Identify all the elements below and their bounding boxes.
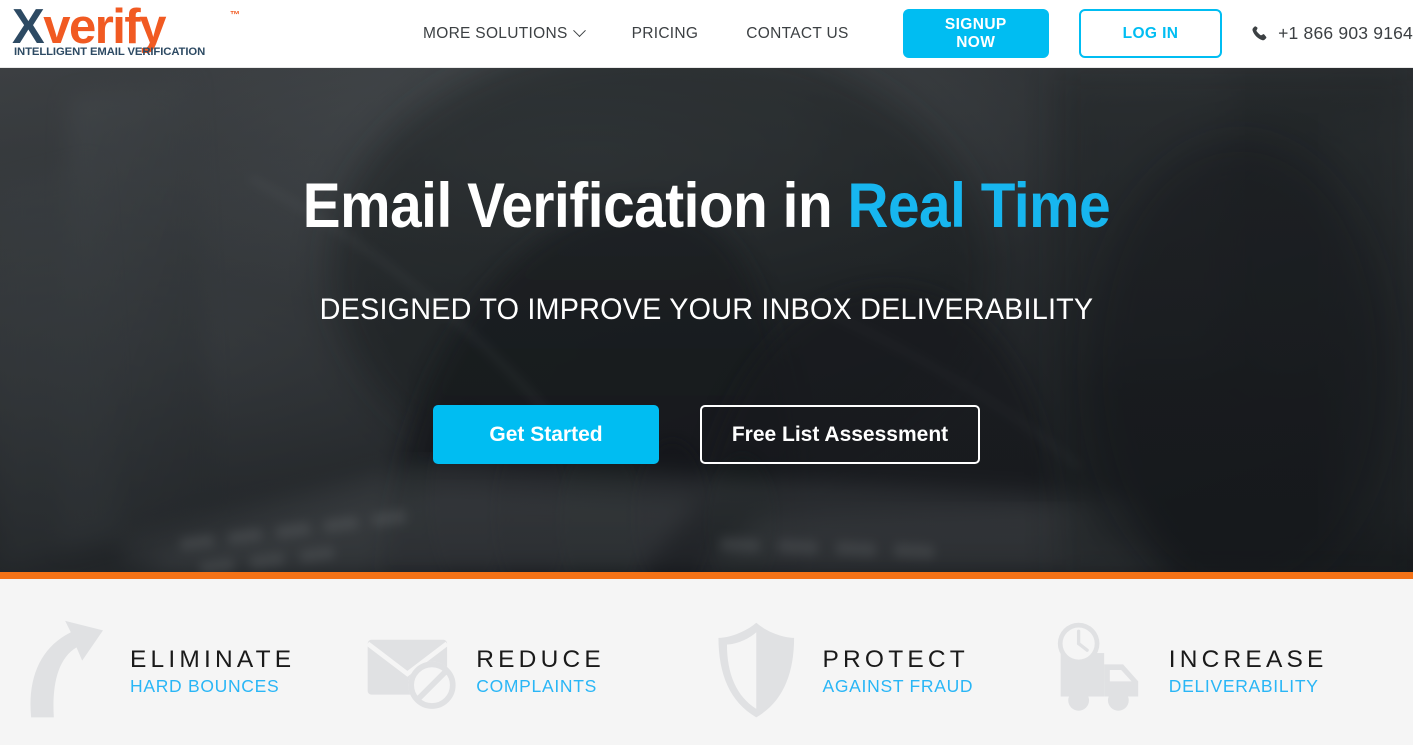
logo-tagline: INTELLIGENT EMAIL VERIFICATION (14, 45, 206, 58)
hero-cta-group: Get Started Free List Assessment (0, 405, 1413, 464)
free-list-assessment-button[interactable]: Free List Assessment (700, 405, 980, 464)
nav-item-label: MORE SOLUTIONS (423, 24, 568, 42)
features-section: ELIMINATE HARD BOUNCES REDUCE COMPLAINTS (0, 579, 1413, 745)
chevron-down-icon (572, 24, 586, 38)
feature-subtitle: HARD BOUNCES (130, 675, 280, 696)
feature-subtitle: COMPLAINTS (476, 675, 598, 696)
feature-item-eliminate: ELIMINATE HARD BOUNCES (14, 601, 360, 723)
phone-link[interactable]: +1 866 903 9164 (1250, 23, 1413, 45)
curved-arrow-up-icon (30, 620, 103, 718)
nav-item-label: PRICING (631, 24, 699, 42)
nav-item-contact-us[interactable]: CONTACT US (722, 25, 872, 43)
site-header: Xverify ™ INTELLIGENT EMAIL VERIFICATION… (0, 0, 1413, 68)
hero-section: Email Verification in Real Time DESIGNED… (0, 68, 1413, 572)
feature-title: ELIMINATE (130, 645, 296, 673)
feature-item-reduce: REDUCE COMPLAINTS (360, 601, 706, 723)
feature-text: REDUCE COMPLAINTS (476, 646, 706, 697)
feature-subtitle: DELIVERABILITY (1168, 675, 1319, 696)
phone-number: +1 866 903 9164 (1278, 23, 1413, 43)
logo-wordmark: Xverify (12, 2, 166, 51)
feature-item-increase: INCREASE DELIVERABILITY (1053, 601, 1399, 723)
logo-xverify[interactable]: Xverify ™ INTELLIGENT EMAIL VERIFICATION (12, 2, 242, 62)
feature-title: PROTECT (822, 645, 969, 673)
hero-content: Email Verification in Real Time DESIGNED… (0, 68, 1413, 464)
main-navigation: MORE SOLUTIONS PRICING CONTACT US (399, 24, 873, 43)
feature-text: ELIMINATE HARD BOUNCES (130, 646, 360, 697)
feature-text: PROTECT AGAINST FRAUD (823, 646, 1053, 697)
feature-subtitle: AGAINST FRAUD (822, 675, 974, 696)
page-root: Xverify ™ INTELLIGENT EMAIL VERIFICATION… (0, 0, 1413, 745)
signup-now-button[interactable]: SIGNUP NOW (902, 9, 1049, 58)
nav-item-label: CONTACT US (746, 24, 849, 42)
nav-item-pricing[interactable]: PRICING (608, 25, 723, 43)
logo-trademark-icon: ™ (230, 9, 240, 21)
shield-icon (717, 622, 794, 718)
hero-headline-main: Email Verification in (302, 171, 848, 241)
delivery-truck-clock-icon (1057, 622, 1138, 711)
feature-item-protect: PROTECT AGAINST FRAUD (707, 601, 1053, 723)
nav-item-more-solutions[interactable]: MORE SOLUTIONS (399, 24, 608, 43)
hero-headline-accent: Real Time (847, 171, 1111, 241)
feature-text: INCREASE DELIVERABILITY (1169, 646, 1399, 697)
get-started-button[interactable]: Get Started (433, 405, 659, 464)
feature-title: INCREASE (1168, 645, 1328, 673)
log-in-button[interactable]: LOG IN (1078, 9, 1223, 58)
hero-subheadline: DESIGNED TO IMPROVE YOUR INBOX DELIVERAB… (319, 293, 1094, 326)
orange-divider (0, 572, 1413, 579)
envelope-blocked-icon (366, 639, 456, 709)
hero-headline: Email Verification in Real Time (71, 171, 1343, 241)
phone-icon (1252, 25, 1267, 40)
feature-title: REDUCE (476, 645, 605, 673)
